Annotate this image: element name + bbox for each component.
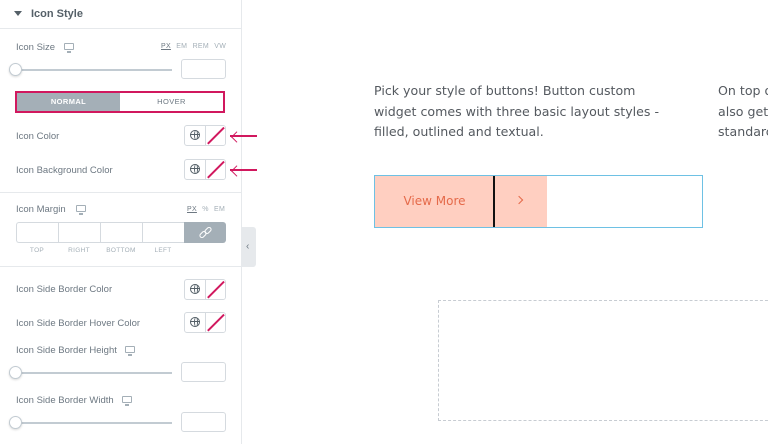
tab-normal[interactable]: NORMAL xyxy=(17,93,120,111)
button-icon-area[interactable] xyxy=(495,176,547,227)
side-label-right: RIGHT xyxy=(68,247,90,254)
link-values-button[interactable] xyxy=(184,222,226,243)
unit-em[interactable]: EM xyxy=(214,206,225,213)
unit-rem[interactable]: REM xyxy=(193,43,209,50)
side-border-width-label: Icon Side Border Width xyxy=(16,395,114,406)
unit-vw[interactable]: VW xyxy=(214,43,226,50)
side-border-width-input[interactable] xyxy=(181,412,226,432)
description-line: Pick your style of buttons! Button custo… xyxy=(374,83,636,98)
side-border-height-label: Icon Side Border Height xyxy=(16,345,117,356)
icon-size-input[interactable] xyxy=(181,59,226,79)
side-border-hover-color-label: Icon Side Border Hover Color xyxy=(16,318,141,329)
side-label-left: LEFT xyxy=(154,247,172,254)
description-line: widget comes with three basic layout sty… xyxy=(374,103,660,119)
side-text-line: On top o xyxy=(718,83,768,98)
divider xyxy=(0,266,242,267)
desktop-icon[interactable] xyxy=(125,346,135,356)
globe-icon xyxy=(190,164,200,174)
chevron-right-icon xyxy=(514,195,524,205)
icon-bg-color-picker[interactable] xyxy=(205,160,225,179)
margin-bottom-input[interactable] xyxy=(100,222,142,243)
icon-size-units: PX EM REM VW xyxy=(158,43,226,50)
icon-size-slider-handle[interactable] xyxy=(9,63,22,76)
icon-color-label: Icon Color xyxy=(16,131,60,142)
icon-bg-color-label: Icon Background Color xyxy=(16,165,113,176)
side-border-hover-color-picker[interactable] xyxy=(205,313,225,332)
globe-icon xyxy=(190,130,200,140)
description-line: filled, outlined and textual. xyxy=(374,124,544,139)
link-icon xyxy=(200,228,210,237)
icon-bg-color-control xyxy=(184,159,226,180)
style-panel: Icon Style Icon Size PX EM REM VW NORMAL… xyxy=(0,0,242,444)
side-border-width-slider[interactable] xyxy=(16,422,172,424)
icon-margin-dimensions xyxy=(16,222,226,243)
side-border-hover-color-control xyxy=(184,312,226,333)
view-more-button[interactable]: View More xyxy=(375,176,494,227)
icon-margin-label: Icon Margin xyxy=(16,204,66,215)
global-colors-button[interactable] xyxy=(185,126,206,145)
margin-side-labels: TOP RIGHT BOTTOM LEFT xyxy=(16,247,184,254)
unit-px[interactable]: PX xyxy=(161,43,171,50)
unit-em[interactable]: EM xyxy=(176,43,187,50)
side-border-color-label: Icon Side Border Color xyxy=(16,284,113,295)
globe-icon xyxy=(190,284,200,294)
tab-hover[interactable]: HOVER xyxy=(120,93,223,111)
annotation-arrow-icon xyxy=(230,135,257,137)
desktop-icon[interactable] xyxy=(76,205,86,215)
icon-size-slider[interactable] xyxy=(16,69,172,71)
margin-right-input[interactable] xyxy=(58,222,100,243)
margin-top-input[interactable] xyxy=(16,222,58,243)
globe-icon xyxy=(190,317,200,327)
chevron-left-icon: ‹ xyxy=(246,241,250,252)
side-text-line: standarc xyxy=(718,124,768,139)
desktop-icon[interactable] xyxy=(64,43,74,53)
side-border-color-picker[interactable] xyxy=(205,280,225,299)
empty-drop-area[interactable] xyxy=(438,300,768,421)
side-column-text: On top o also get standarc xyxy=(718,81,768,143)
side-label-top: TOP xyxy=(29,247,45,254)
panel-collapse-toggle[interactable]: ‹ xyxy=(242,227,256,267)
caret-down-icon xyxy=(14,11,22,16)
side-label-bottom: BOTTOM xyxy=(106,247,136,254)
icon-color-control xyxy=(184,125,226,146)
icon-color-picker[interactable] xyxy=(205,126,225,145)
section-header-icon-style[interactable]: Icon Style xyxy=(0,0,242,29)
unit-px[interactable]: PX xyxy=(187,206,197,213)
global-colors-button[interactable] xyxy=(185,160,206,179)
side-text-line: also get xyxy=(718,103,768,119)
unit-percent[interactable]: % xyxy=(202,206,209,213)
side-border-height-input[interactable] xyxy=(181,362,226,382)
annotation-arrow-icon xyxy=(230,169,257,171)
global-colors-button[interactable] xyxy=(185,280,206,299)
icon-size-label: Icon Size xyxy=(16,42,56,53)
state-tabs: NORMAL HOVER xyxy=(15,91,225,113)
desktop-icon[interactable] xyxy=(122,396,132,406)
divider xyxy=(0,192,242,193)
side-border-width-slider-handle[interactable] xyxy=(9,416,22,429)
side-border-height-slider-handle[interactable] xyxy=(9,366,22,379)
side-border-height-slider[interactable] xyxy=(16,372,172,374)
icon-margin-units: PX % EM xyxy=(184,206,225,213)
section-title: Icon Style xyxy=(31,8,83,20)
global-colors-button[interactable] xyxy=(185,313,206,332)
side-border-color-control xyxy=(184,279,226,300)
description-text: Pick your style of buttons! Button custo… xyxy=(374,81,659,143)
margin-left-input[interactable] xyxy=(142,222,184,243)
